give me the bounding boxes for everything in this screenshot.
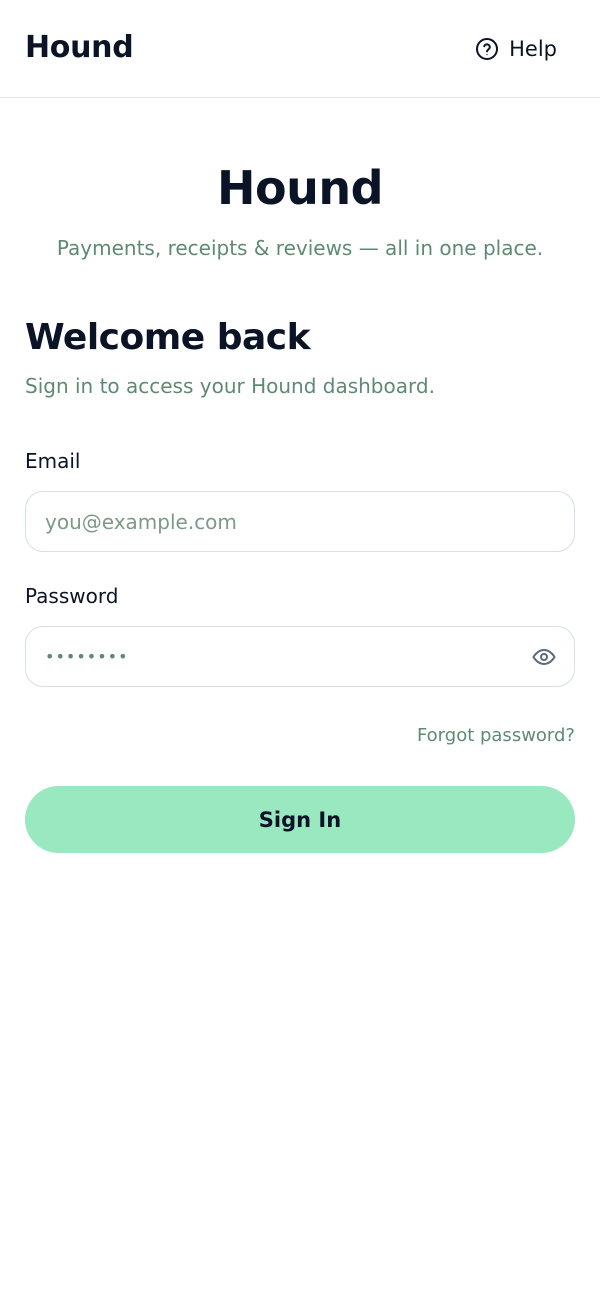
top-bar: Hound Help bbox=[0, 0, 600, 98]
password-field-container bbox=[25, 626, 575, 687]
password-label: Password bbox=[25, 584, 119, 608]
hero-subtitle: Payments, receipts & reviews — all in on… bbox=[56, 236, 544, 260]
app-brand: Hound bbox=[25, 30, 134, 65]
sign-in-button[interactable]: Sign In bbox=[25, 786, 575, 853]
help-label: Help bbox=[509, 37, 557, 61]
password-input[interactable] bbox=[45, 627, 525, 686]
forgot-password-link[interactable]: Forgot password? bbox=[417, 724, 575, 748]
eye-icon[interactable] bbox=[531, 644, 557, 670]
email-field-container bbox=[25, 491, 575, 552]
email-input[interactable] bbox=[45, 492, 525, 551]
welcome-title: Welcome back bbox=[25, 317, 311, 358]
help-button[interactable]: Help bbox=[475, 32, 557, 66]
email-label: Email bbox=[25, 449, 81, 473]
question-circle-icon bbox=[475, 37, 499, 61]
hero-title: Hound bbox=[216, 161, 384, 215]
welcome-subtitle: Sign in to access your Hound dashboard. bbox=[25, 374, 435, 398]
